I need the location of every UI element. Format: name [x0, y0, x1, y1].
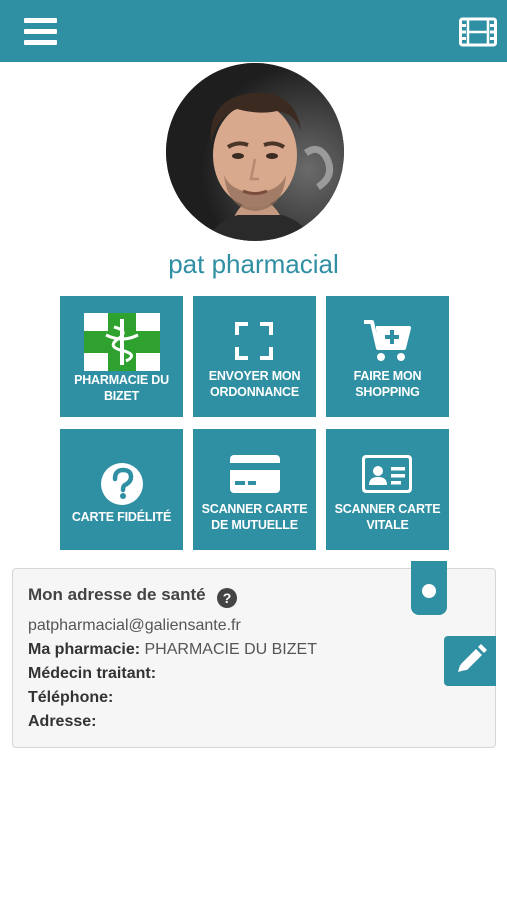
edit-button[interactable] [444, 636, 496, 686]
tile-pharmacy[interactable]: PHARMACIE DU BIZET [60, 296, 183, 417]
card-title: Mon adresse de santé [28, 585, 206, 604]
film-strip-icon [459, 17, 497, 47]
menu-bar-line [24, 18, 57, 23]
doctor-row: Médecin traitant: [28, 665, 156, 683]
card-toggle-tab[interactable] [411, 561, 447, 615]
pharmacy-cross-logo [84, 313, 160, 371]
avatar-photo [166, 63, 344, 241]
email-value: patpharmacial@galiensante.fr [28, 617, 241, 634]
phone-row: Téléphone: [28, 689, 113, 707]
tile-label-line: VITALE [366, 518, 409, 532]
film-strip-button[interactable] [459, 16, 497, 48]
scan-frame-icon [235, 322, 273, 360]
toggle-dot-icon [422, 584, 436, 598]
pencil-icon [458, 644, 487, 672]
profile-avatar[interactable] [166, 63, 344, 241]
tile-label-line: SHOPPING [355, 385, 420, 399]
tile-label-line: FAIRE MON [353, 369, 422, 383]
tile-label-line: ORDONNANCE [210, 385, 299, 399]
question-circle-icon [101, 463, 143, 505]
shopping-cart-icon [364, 320, 411, 361]
tile-scan-mutual-card[interactable]: SCANNER CARTE DE MUTUELLE [193, 429, 316, 550]
menu-button[interactable] [24, 18, 58, 46]
tile-scan-vitale-card[interactable]: SCANNER CARTE VITALE [326, 429, 449, 550]
doctor-label: Médecin traitant: [28, 665, 157, 682]
address-label: Adresse: [28, 713, 97, 730]
address-row: Adresse: [28, 713, 96, 731]
tile-label-line: SCANNER CARTE [201, 502, 308, 516]
phone-label: Téléphone: [28, 689, 114, 706]
pharmacy-row: Ma pharmacie: PHARMACIE DU BIZET [28, 641, 317, 659]
tile-shopping[interactable]: FAIRE MON SHOPPING [326, 296, 449, 417]
tile-loyalty-card[interactable]: CARTE FIDÉLITÉ [60, 429, 183, 550]
help-icon[interactable]: ? [217, 588, 237, 608]
health-address-card: Mon adresse de santé ? patpharmacial@gal… [12, 561, 496, 748]
tile-label-line: BIZET [103, 389, 140, 403]
pharmacy-value: PHARMACIE DU BIZET [144, 641, 317, 658]
tile-label-line: PHARMACIE DU [74, 373, 169, 387]
tile-label-line: DE MUTUELLE [211, 518, 298, 532]
tile-label-line: CARTE FIDÉLITÉ [71, 510, 172, 524]
tile-label-line: ENVOYER MON [208, 369, 301, 383]
credit-card-icon [230, 455, 280, 493]
id-card-icon [362, 455, 412, 493]
top-app-bar [0, 0, 507, 62]
pharmacy-label: Ma pharmacie: [28, 641, 141, 658]
tile-label-line: SCANNER CARTE [334, 502, 441, 516]
profile-name: pat pharmacial [168, 249, 339, 279]
tile-send-prescription[interactable]: ENVOYER MON ORDONNANCE [193, 296, 316, 417]
menu-bar-line [24, 29, 57, 34]
menu-bar-line [24, 40, 57, 45]
